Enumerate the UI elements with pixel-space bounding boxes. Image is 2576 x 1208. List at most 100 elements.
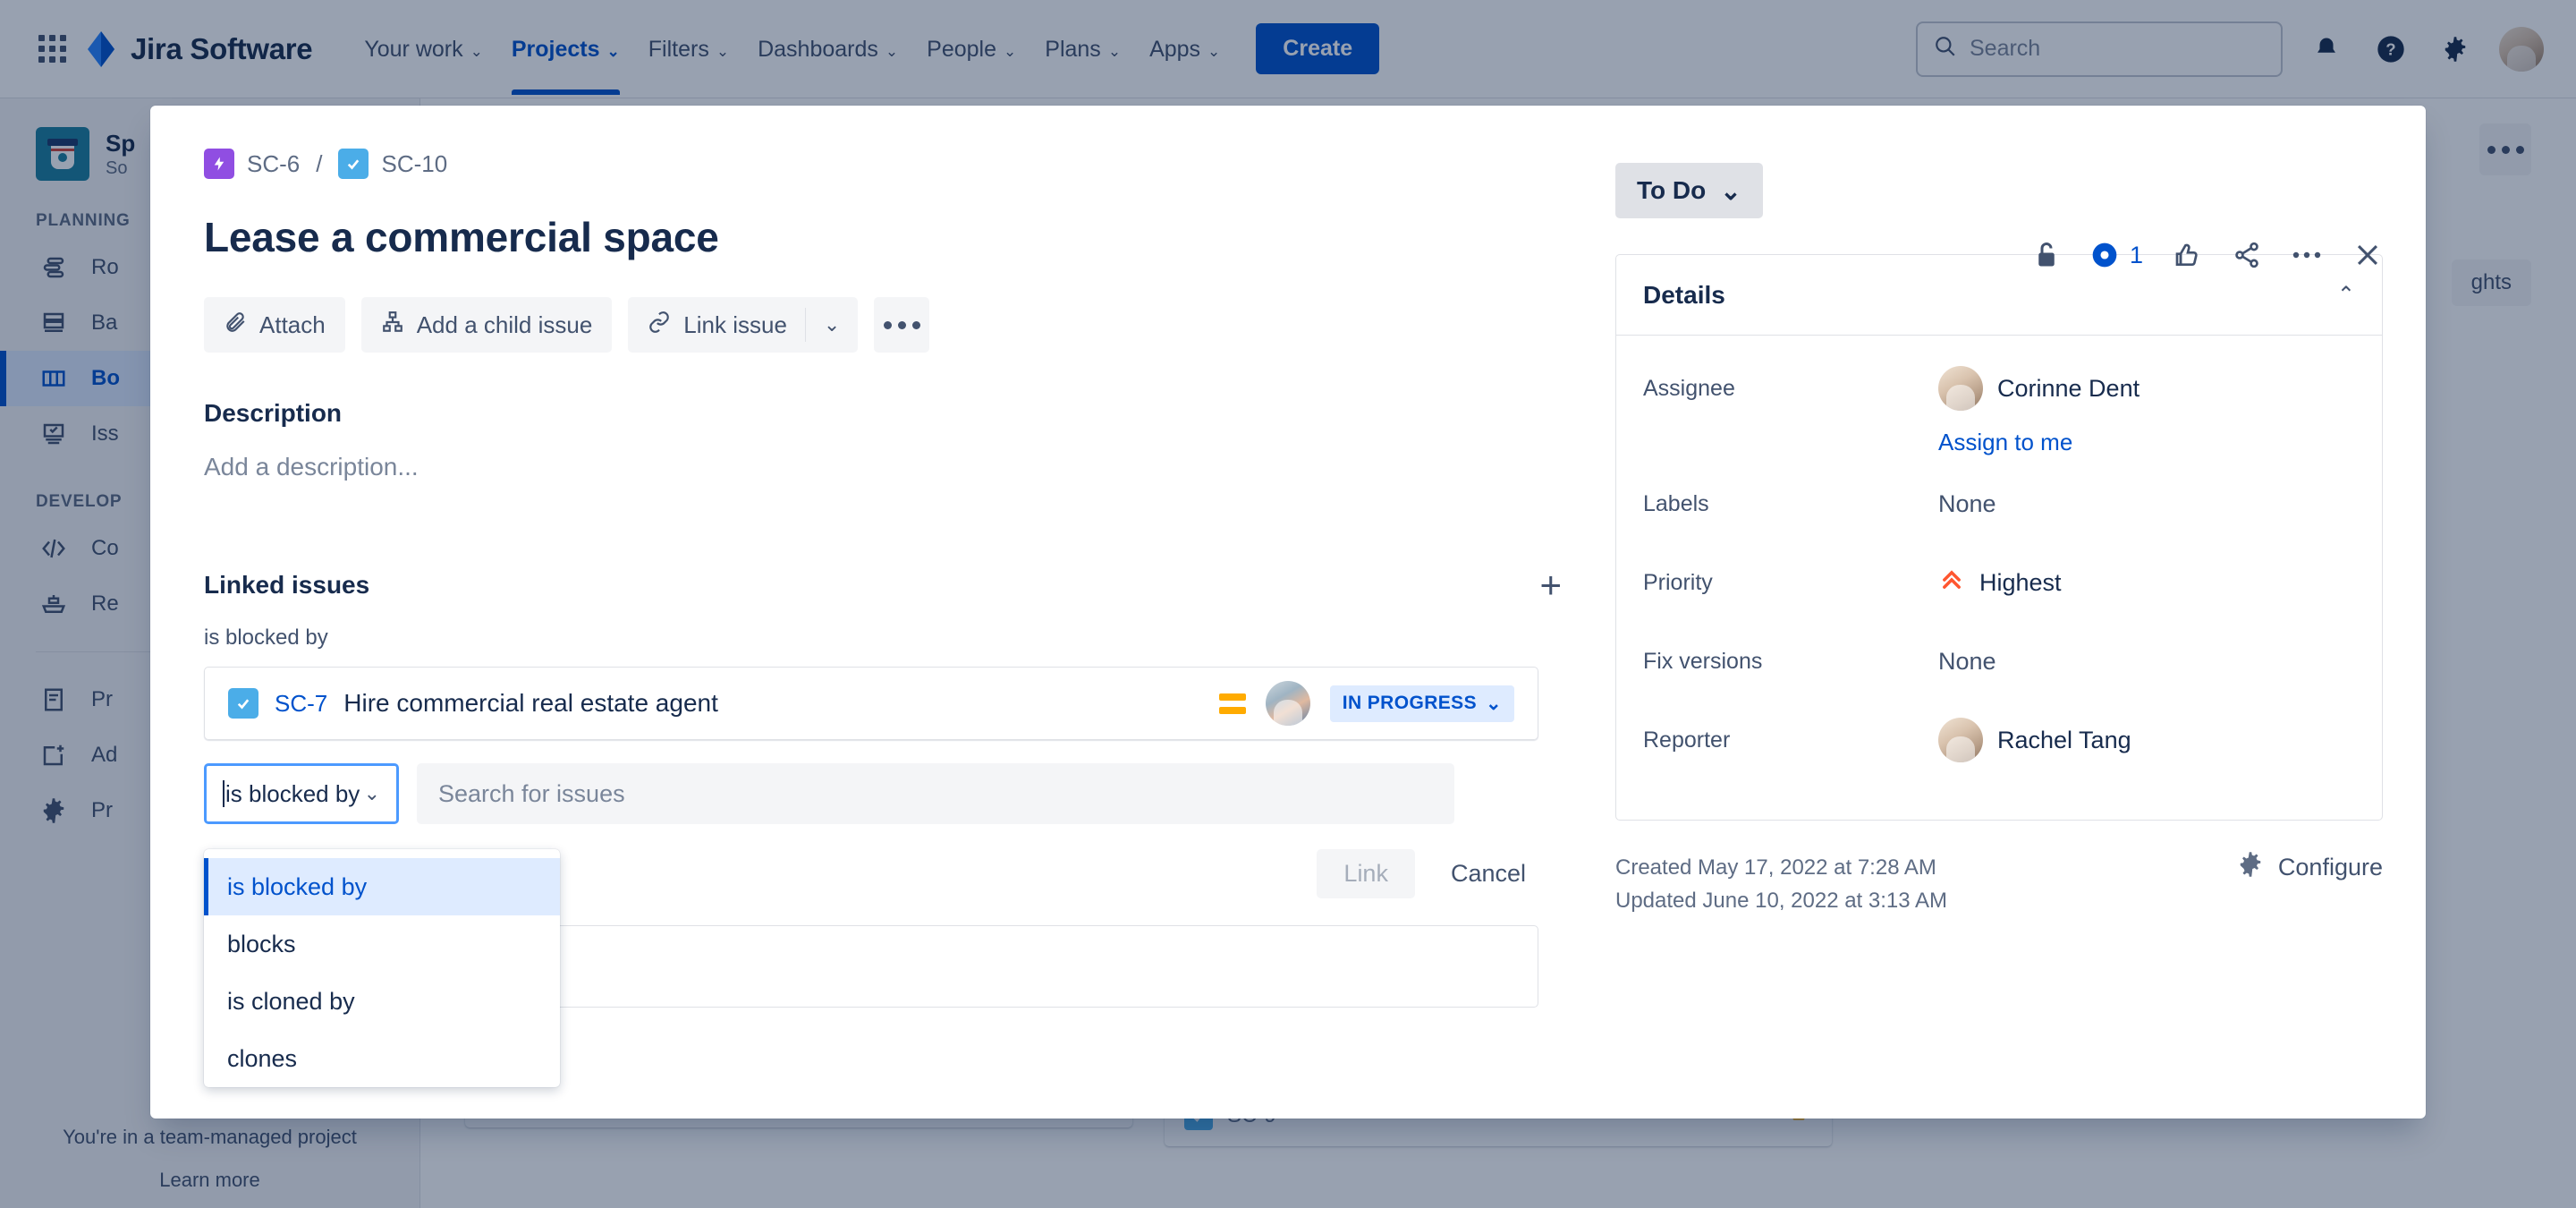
field-label: Reporter [1643,727,1731,753]
issue-detail-modal: SC-6 / SC-10 Lease a commercial space At… [150,106,2426,1119]
avatar [1938,718,1983,762]
labels-value[interactable]: None [1938,490,1996,518]
chevron-down-icon: ⌄ [1486,693,1502,714]
issue-modal-toolbar: 1 [2033,240,2383,270]
epic-type-icon [204,149,234,179]
issue-search-placeholder: Search for issues [438,779,625,807]
child-issue-icon [381,311,404,340]
link-cancel-button[interactable]: Cancel [1438,849,1538,898]
attach-button[interactable]: Attach [204,297,345,353]
option-label: is blocked by [227,872,368,900]
linked-issue-meta: IN PROGRESS ⌄ [1218,681,1514,726]
field-label: Assignee [1643,375,1735,401]
attach-label: Attach [259,311,326,338]
dropdown-option-is-blocked-by[interactable]: is blocked by [204,858,560,915]
link-issue-split-button: Link issue ⌄ [628,297,859,353]
chevron-up-icon[interactable]: ⌃ [2337,282,2355,308]
details-panel-body: Assignee Corinne Dent Assign to me Label… [1616,336,2382,820]
breadcrumb-issue-key[interactable]: SC-10 [381,150,447,178]
assignee-value[interactable]: Corinne Dent [1938,366,2140,411]
watch-button[interactable]: 1 [2090,241,2143,269]
more-actions-icon[interactable] [2292,250,2322,260]
priority-value[interactable]: Highest [1938,567,2062,599]
more-actions-button[interactable] [874,297,930,353]
detail-row-priority: Priority Highest [1643,553,2355,612]
thumbs-up-icon[interactable] [2174,241,2202,269]
issue-timestamps: Created May 17, 2022 at 7:28 AM Updated … [1615,851,1947,917]
linked-issue-key[interactable]: SC-7 [275,690,327,718]
linked-issues-header: Linked issues + [204,566,1562,604]
linked-issue-status-badge[interactable]: IN PROGRESS ⌄ [1329,685,1514,722]
dropdown-option-clones[interactable]: clones [204,1030,560,1087]
link-type-value: is blocked by [225,779,360,807]
option-label: is cloned by [227,987,355,1015]
assignee-name: Corinne Dent [1997,374,2140,402]
reporter-name: Rachel Tang [1997,726,2131,753]
linked-issue-summary[interactable]: Hire commercial real estate agent [343,689,718,718]
linked-issues-group-label: is blocked by [204,625,328,650]
avatar [1938,366,1983,411]
link-issue-button[interactable]: Link issue [628,311,805,340]
description-placeholder[interactable]: Add a description... [204,453,1562,481]
add-child-issue-button[interactable]: Add a child issue [360,297,613,353]
plus-icon[interactable]: + [1539,566,1562,604]
detail-row-labels: Labels None [1643,474,2355,533]
configure-label: Configure [2277,854,2383,880]
close-icon[interactable] [2352,240,2383,270]
paperclip-icon [224,311,247,340]
task-type-icon [228,688,258,719]
updated-timestamp: Updated June 10, 2022 at 3:13 AM [1615,889,1947,914]
assign-to-me-link[interactable]: Assign to me [1938,429,2355,456]
detail-row-fix-versions: Fix versions None [1643,632,2355,691]
link-issue-form: is blocked by ⌄ Search for issues is blo… [204,763,1562,1087]
option-label: clones [227,1044,298,1072]
linked-issue-assignee-avatar[interactable] [1265,681,1310,726]
issue-meta-footer: Created May 17, 2022 at 7:28 AM Updated … [1615,821,2383,917]
details-panel: Details ⌃ Assignee Corinne Dent Assign t… [1615,254,2383,821]
status-label: IN PROGRESS [1342,693,1477,713]
detail-row-assignee: Assignee Corinne Dent [1643,359,2355,418]
breadcrumb-epic-key[interactable]: SC-6 [247,150,300,178]
link-issue-label: Link issue [683,311,787,338]
issue-action-buttons: Attach Add a child issue Link issue ⌄ [204,297,1562,353]
text-cursor [223,780,225,807]
priority-highest-icon [1938,567,1965,599]
dropdown-option-is-cloned-by[interactable]: is cloned by [204,973,560,1030]
gear-icon [2237,851,2264,884]
link-submit-button[interactable]: Link [1317,849,1415,898]
option-label: blocks [227,930,296,957]
chevron-down-icon: ⌄ [1720,176,1741,205]
link-icon [648,311,671,340]
details-title: Details [1643,280,1725,309]
dropdown-option-blocks[interactable]: blocks [204,915,560,973]
task-type-icon [338,149,369,179]
field-label: Labels [1643,490,1709,516]
link-type-select[interactable]: is blocked by ⌄ [204,763,399,824]
watch-count: 1 [2129,241,2143,268]
description-heading: Description [204,399,343,427]
fix-versions-value[interactable]: None [1938,648,1996,676]
breadcrumb: SC-6 / SC-10 [204,149,1562,179]
priority-name: Highest [1979,568,2062,596]
priority-medium-icon [1218,693,1246,714]
field-label: Priority [1643,569,1713,595]
issue-modal-main-column: SC-6 / SC-10 Lease a commercial space At… [150,106,1615,1119]
status-dropdown-button[interactable]: To Do ⌄ [1615,163,1763,218]
field-label: Fix versions [1643,648,1763,674]
issue-title[interactable]: Lease a commercial space [204,213,1562,261]
configure-button[interactable]: Configure [2237,851,2383,884]
share-icon[interactable] [2233,241,2261,269]
chevron-down-icon: ⌄ [363,782,380,804]
created-timestamp: Created May 17, 2022 at 7:28 AM [1615,855,1936,880]
linked-issue-row[interactable]: SC-7 Hire commercial real estate agent I… [204,667,1538,740]
linked-issues-heading: Linked issues [204,571,370,599]
status-value: To Do [1637,176,1707,204]
reporter-value[interactable]: Rachel Tang [1938,718,2131,762]
issue-search-input[interactable]: Search for issues [417,763,1454,824]
detail-row-reporter: Reporter Rachel Tang [1643,710,2355,770]
add-child-label: Add a child issue [416,311,593,338]
breadcrumb-separator: / [316,149,323,177]
lock-icon[interactable] [2033,240,2060,270]
chevron-down-icon[interactable]: ⌄ [806,313,858,336]
link-type-dropdown-menu: is blocked by blocks is cloned by clones [204,849,560,1087]
